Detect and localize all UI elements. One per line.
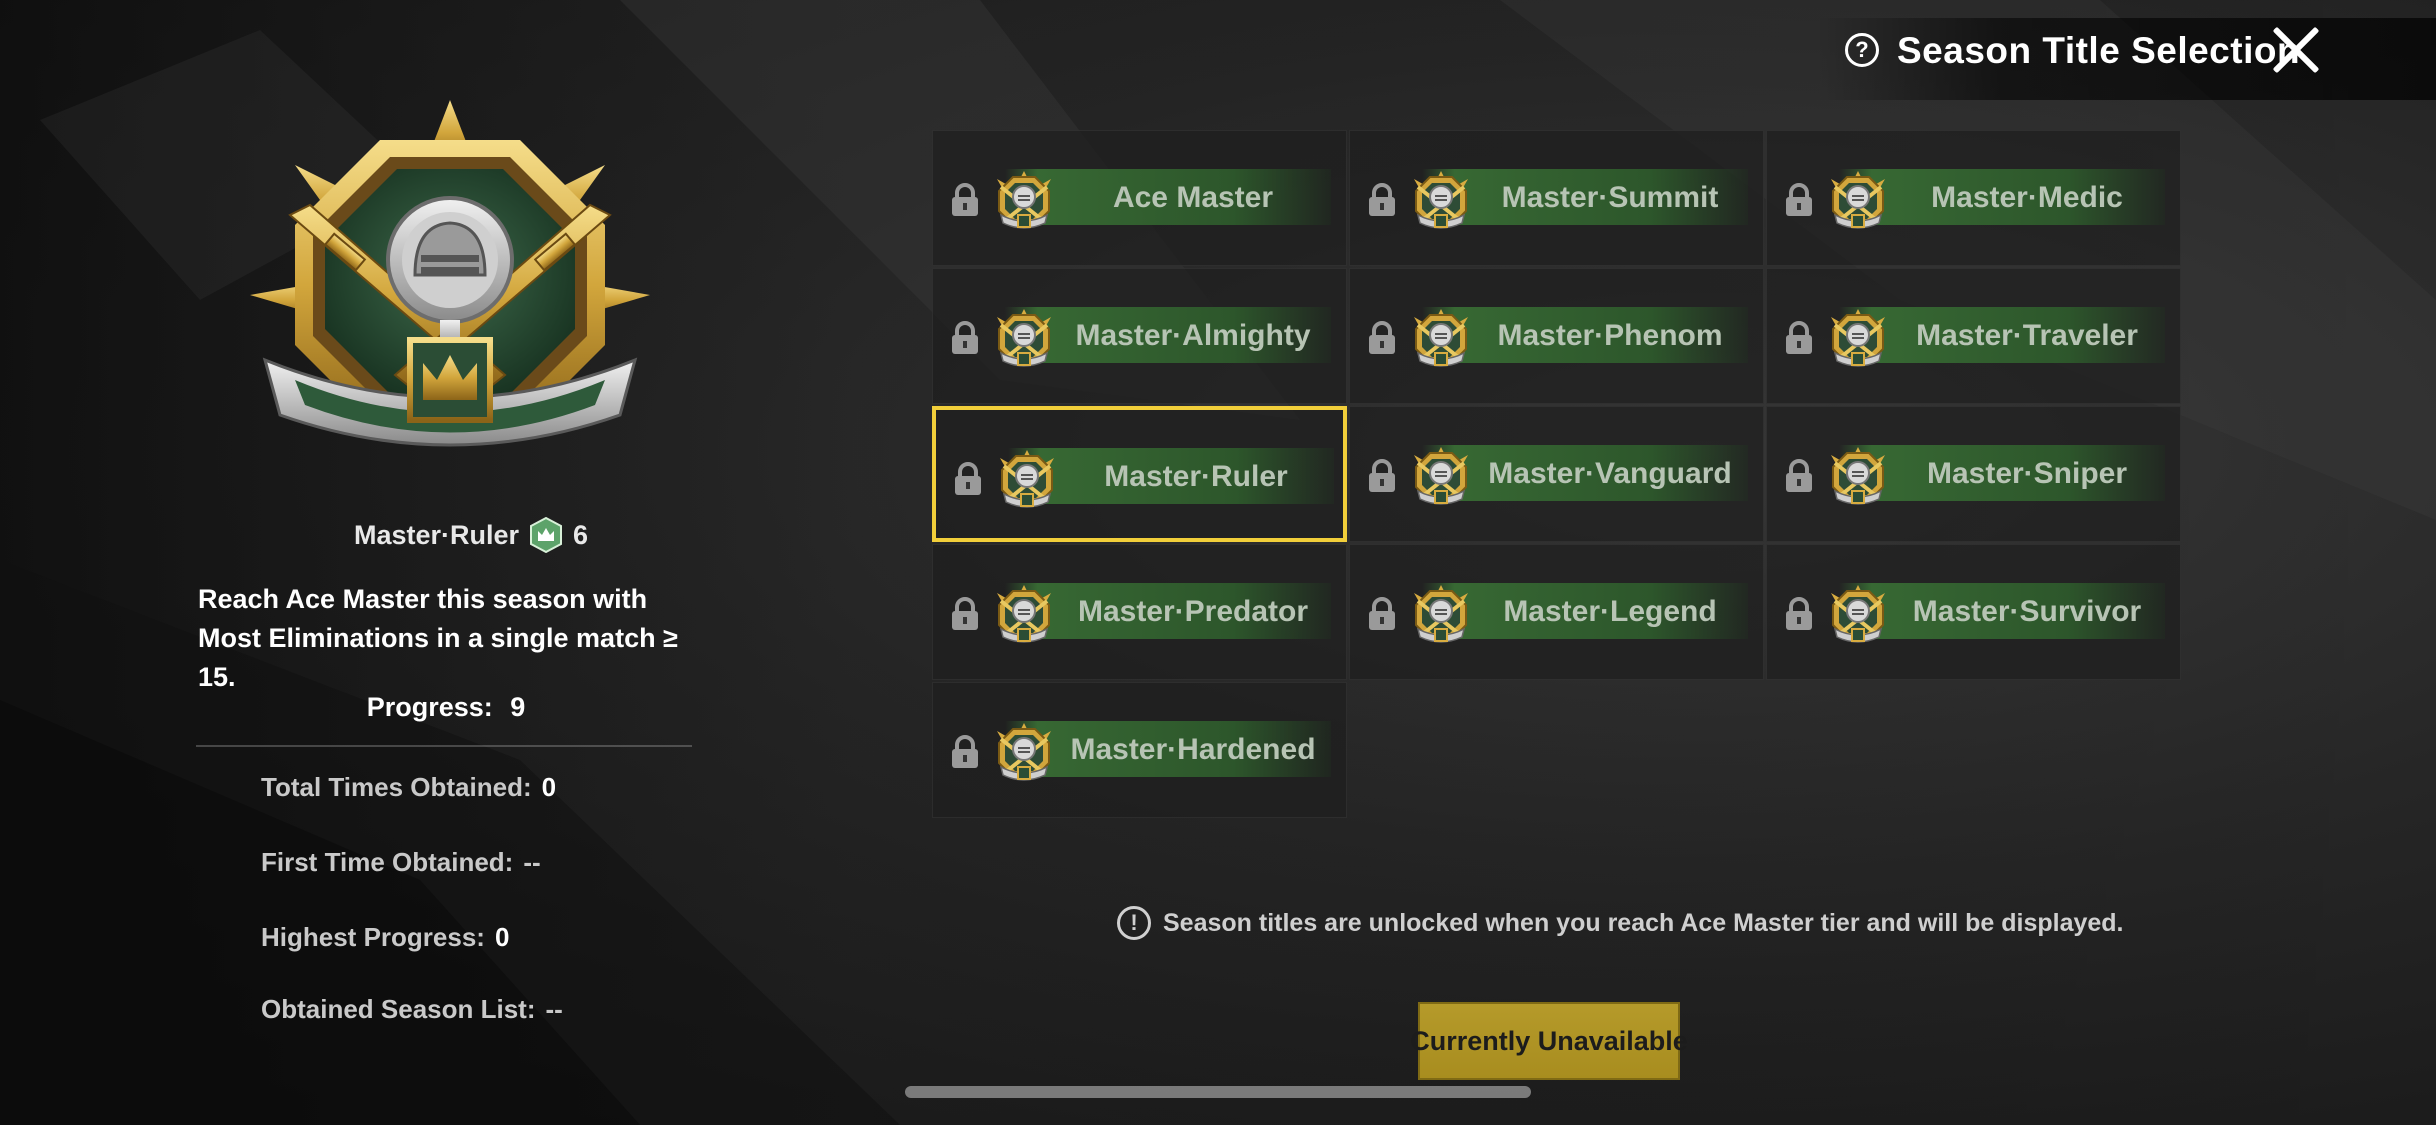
stat-label: Obtained Season List: [261, 994, 536, 1024]
home-indicator[interactable] [905, 1086, 1531, 1098]
button-label: Currently Unavailable [1410, 1025, 1688, 1056]
tier-count: 6 [573, 519, 589, 550]
tier-badge-icon [530, 517, 563, 553]
exclamation-circle-icon: ! [1117, 906, 1151, 940]
progress-row: Progress: 9 [196, 692, 696, 723]
title-tile[interactable]: Master·Sniper [1766, 406, 2181, 542]
title-tile[interactable]: Master·Traveler [1766, 268, 2181, 404]
title-tile[interactable]: Master·Predator [932, 544, 1347, 680]
stat-season-list: Obtained Season List: -- [261, 994, 563, 1025]
title-tile[interactable]: Master·Survivor [1766, 544, 2181, 680]
title-label: Master·Medic [1931, 181, 2123, 214]
title-tile[interactable]: Master·Almighty [932, 268, 1347, 404]
currently-unavailable-button[interactable]: Currently Unavailable [1410, 1002, 1688, 1080]
lock-icon [949, 321, 981, 355]
lock-icon [1783, 321, 1815, 355]
lock-icon [1366, 183, 1398, 217]
title-label: Master·Hardened [1070, 733, 1316, 766]
progress-label: Progress: [366, 692, 493, 722]
title-label: Master·Predator [1077, 595, 1309, 628]
lock-icon [949, 735, 981, 769]
lock-icon [952, 462, 984, 496]
notice-text: Season titles are unlocked when you reac… [1163, 908, 2124, 937]
stat-value: 0 [541, 772, 557, 802]
unlock-notice: ! Season titles are unlocked when you re… [1117, 906, 2124, 940]
title-label: Master·Summit [1501, 181, 1719, 214]
stat-value: -- [545, 994, 563, 1024]
title-label: Master·Ruler [1104, 460, 1288, 493]
title-label: Master·Legend [1503, 595, 1717, 628]
lock-icon [949, 183, 981, 217]
page-title: Season Title Selection [1897, 30, 2301, 71]
title-tile[interactable]: Ace Master [932, 130, 1347, 266]
selected-title-name: Master·Ruler [354, 519, 520, 550]
title-tile[interactable]: Master·Phenom [1349, 268, 1764, 404]
title-tile[interactable]: Master·Hardened [932, 682, 1347, 818]
title-label: Master·Vanguard [1488, 457, 1732, 490]
title-label: Master·Phenom [1497, 319, 1723, 352]
title-tile[interactable]: Master·Medic [1766, 130, 2181, 266]
progress-value: 9 [510, 692, 526, 722]
divider [196, 745, 692, 747]
title-label: Master·Survivor [1912, 595, 2142, 628]
selected-title-row: Master·Ruler 6 [354, 515, 588, 555]
lock-icon [1783, 459, 1815, 493]
lock-icon [1366, 321, 1398, 355]
lock-icon [1366, 597, 1398, 631]
title-label: Master·Sniper [1926, 457, 2128, 490]
lock-icon [949, 597, 981, 631]
title-label: Ace Master [1112, 181, 1274, 214]
title-tile[interactable]: Master·Ruler [932, 406, 1347, 542]
stat-highest-progress: Highest Progress: 0 [261, 922, 509, 953]
stat-label: Total Times Obtained: [261, 772, 532, 802]
stat-first-time: First Time Obtained: -- [261, 847, 541, 878]
close-button[interactable] [2268, 22, 2322, 76]
lock-icon [1366, 459, 1398, 493]
title-tile[interactable]: Master·Summit [1349, 130, 1764, 266]
title-label: Master·Almighty [1075, 319, 1311, 352]
title-requirement-description: Reach Ace Master this season with Most E… [198, 584, 678, 692]
stat-value: 0 [494, 922, 510, 952]
title-tile[interactable]: Master·Vanguard [1349, 406, 1764, 542]
stat-total-times: Total Times Obtained: 0 [261, 772, 556, 803]
stat-label: Highest Progress: [261, 922, 485, 952]
lock-icon [1783, 597, 1815, 631]
stat-value: -- [523, 847, 541, 877]
question-circle-icon[interactable]: ? [1845, 33, 1879, 67]
stat-label: First Time Obtained: [261, 847, 514, 877]
title-label: Master·Traveler [1916, 319, 2138, 352]
lock-icon [1783, 183, 1815, 217]
season-title-emblem [250, 100, 650, 447]
title-grid: Ace Master Master·Summit Master·Medic Maste… [932, 130, 2182, 818]
title-tile[interactable]: Master·Legend [1349, 544, 1764, 680]
